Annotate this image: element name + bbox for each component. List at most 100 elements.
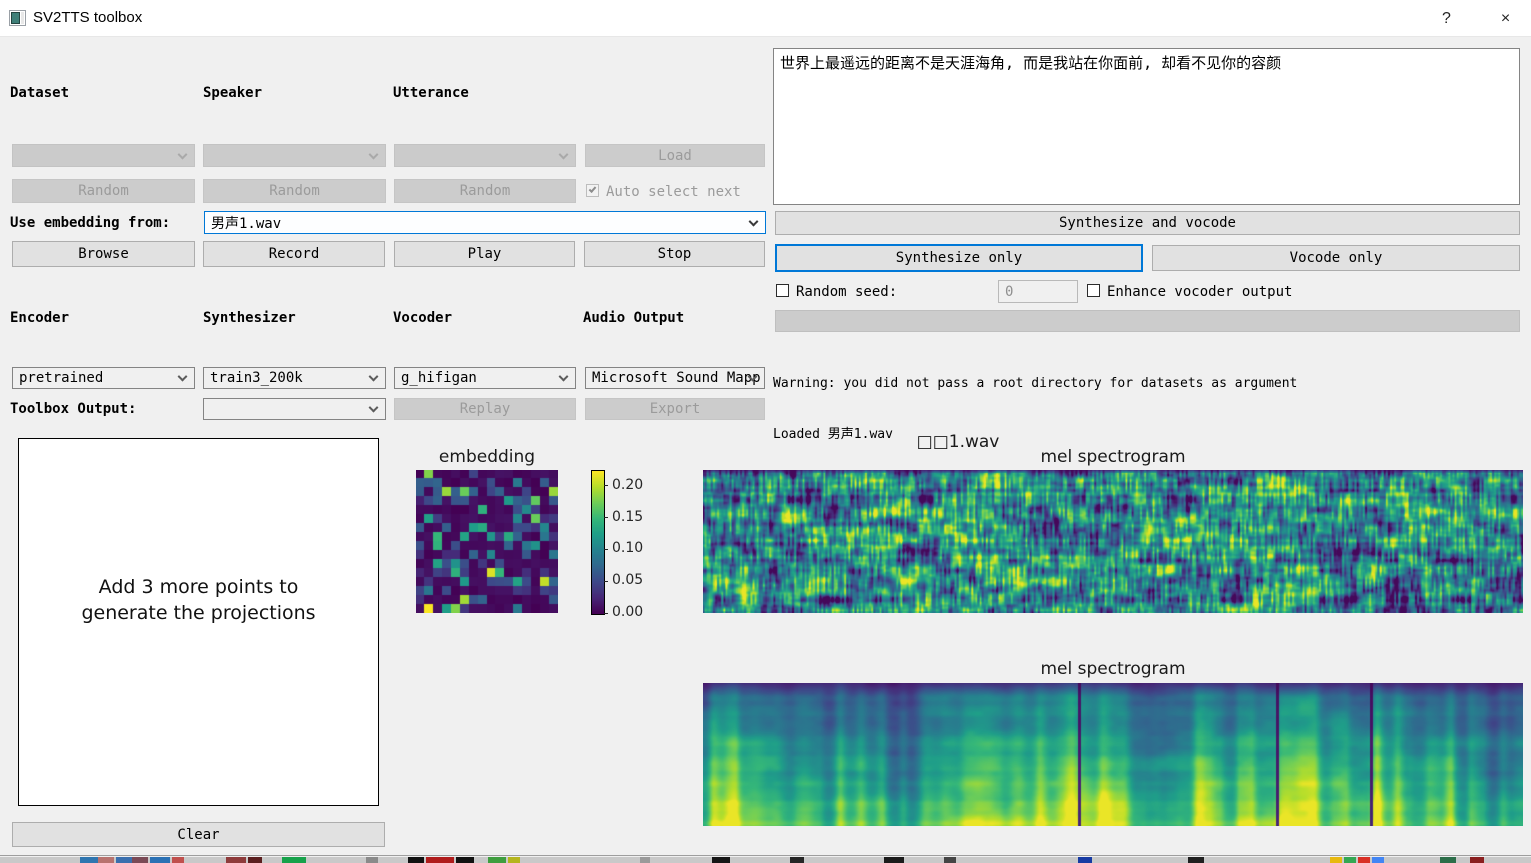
dataset-select[interactable]	[12, 144, 195, 167]
projections-message: Add 3 more points to generate the projec…	[19, 575, 378, 626]
taskbar-icon-fragment	[248, 857, 262, 863]
random-dataset-button[interactable]: Random	[12, 179, 195, 203]
embedding-source-select[interactable]: 男声1.wav	[204, 211, 766, 234]
encoder-label: Encoder	[10, 310, 69, 326]
toolbox-output-label: Toolbox Output:	[10, 401, 136, 417]
taskbar-icon-fragment	[1470, 857, 1484, 863]
chevron-down-icon	[369, 403, 379, 413]
taskbar-icon-fragment	[226, 857, 246, 863]
vocoder-value: g_hifigan	[401, 370, 477, 386]
taskbar-icon-fragment	[1358, 857, 1370, 863]
synthesis-text-input[interactable]: 世界上最遥远的距离不是天涯海角, 而是我站在你面前, 却看不见你的容颜	[773, 48, 1520, 205]
taskbar-icon-fragment	[884, 857, 904, 863]
synthesizer-value: train3_200k	[210, 370, 303, 386]
colorbar-tick-mark	[604, 517, 608, 518]
random-speaker-button[interactable]: Random	[203, 179, 386, 203]
taskbar-icon-fragment	[1188, 857, 1204, 863]
taskbar-icon-fragment	[1372, 857, 1384, 863]
stop-button[interactable]: Stop	[584, 241, 765, 267]
mel-spectrogram-generated	[703, 683, 1523, 826]
auto-select-label: Auto select next	[606, 184, 741, 200]
vocode-only-button[interactable]: Vocode only	[1152, 245, 1520, 271]
taskbar-icon-fragment	[790, 857, 804, 863]
chevron-down-icon	[178, 149, 188, 159]
seed-input[interactable]	[998, 280, 1078, 303]
taskbar-icon-fragment	[1330, 857, 1342, 863]
utterance-label: Utterance	[393, 85, 469, 101]
clear-button[interactable]: Clear	[12, 822, 385, 847]
synthesizer-label: Synthesizer	[203, 310, 296, 326]
auto-select-checkbox[interactable]	[586, 184, 599, 197]
browse-button[interactable]: Browse	[12, 241, 195, 267]
use-embedding-label: Use embedding from:	[10, 215, 170, 231]
app-window: SV2TTS toolbox ? × Dataset Speaker Utter…	[0, 0, 1531, 856]
enhance-vocoder-checkbox[interactable]	[1087, 284, 1100, 297]
colorbar-tick-mark	[604, 485, 608, 486]
audio-output-label: Audio Output	[583, 310, 684, 326]
colorbar-tick-mark	[604, 549, 608, 550]
toolbox-output-select[interactable]	[203, 398, 386, 420]
embedding-heatmap	[416, 470, 558, 613]
chevron-down-icon	[559, 372, 569, 382]
taskbar-icon-fragment	[944, 857, 956, 863]
mel-bottom-title: mel spectrogram	[1040, 659, 1185, 679]
speaker-select[interactable]	[203, 144, 386, 167]
projections-message-line1: Add 3 more points to	[19, 575, 378, 601]
close-button[interactable]: ×	[1483, 0, 1528, 37]
speaker-label: Speaker	[203, 85, 262, 101]
umap-projections-plot[interactable]: Add 3 more points to generate the projec…	[18, 438, 379, 806]
taskbar-icon-fragment	[132, 857, 148, 863]
load-button[interactable]: Load	[585, 144, 765, 167]
colorbar-tick-label: 0.20	[612, 477, 643, 493]
play-button[interactable]: Play	[394, 241, 575, 267]
vocoder-label: Vocoder	[393, 310, 452, 326]
chevron-down-icon	[369, 372, 379, 382]
help-button[interactable]: ?	[1424, 0, 1469, 37]
taskbar-icon-fragment	[408, 857, 424, 863]
taskbar-icon-fragment	[366, 857, 378, 863]
taskbar-icon-fragment	[488, 857, 506, 863]
taskbar-icon-fragment	[98, 857, 114, 863]
taskbar-icon-fragment	[1440, 857, 1456, 863]
taskbar-icon-fragment	[282, 857, 306, 863]
colorbar-tick-label: 0.15	[612, 509, 643, 525]
mel-spectrogram-target	[703, 470, 1523, 613]
embedding-source-value: 男声1.wav	[211, 213, 281, 233]
taskbar-icon-fragment	[150, 857, 170, 863]
log-line: Warning: you did not pass a root directo…	[773, 375, 1523, 392]
title-bar: SV2TTS toolbox ? ×	[0, 0, 1531, 37]
synthesize-only-button[interactable]: Synthesize only	[775, 244, 1143, 272]
taskbar-icon-fragment	[116, 857, 132, 863]
record-button[interactable]: Record	[203, 241, 385, 267]
chevron-down-icon	[369, 149, 379, 159]
colorbar-tick-label: 0.10	[612, 540, 643, 556]
random-seed-checkbox[interactable]	[776, 284, 789, 297]
replay-button[interactable]: Replay	[394, 398, 576, 420]
colorbar	[591, 470, 605, 615]
wav-title: □□1.wav	[917, 432, 1000, 452]
taskbar-icon-fragment	[1344, 857, 1356, 863]
synthesize-and-vocode-button[interactable]: Synthesize and vocode	[775, 211, 1520, 235]
colorbar-tick-mark	[604, 581, 608, 582]
embedding-plot-title: embedding	[439, 447, 535, 467]
taskbar-icon-fragment	[172, 857, 184, 863]
audio-output-select[interactable]: Microsoft Sound Mapp	[585, 367, 765, 389]
projections-message-line2: generate the projections	[19, 601, 378, 627]
random-utterance-button[interactable]: Random	[394, 179, 576, 203]
encoder-select[interactable]: pretrained	[12, 367, 195, 389]
colorbar-tick-label: 0.00	[612, 604, 643, 620]
dataset-label: Dataset	[10, 85, 69, 101]
taskbar-icon-fragment	[640, 857, 650, 863]
audio-output-value: Microsoft Sound Mapp	[592, 370, 761, 386]
synthesizer-select[interactable]: train3_200k	[203, 367, 386, 389]
taskbar-icon-fragment	[712, 857, 730, 863]
utterance-select[interactable]	[394, 144, 576, 167]
encoder-value: pretrained	[19, 370, 103, 386]
enhance-vocoder-label: Enhance vocoder output	[1107, 284, 1292, 300]
export-button[interactable]: Export	[585, 398, 765, 420]
app-icon	[9, 10, 26, 26]
window-title: SV2TTS toolbox	[33, 9, 142, 26]
vocoder-select[interactable]: g_hifigan	[394, 367, 576, 389]
chevron-down-icon	[178, 372, 188, 382]
taskbar-icon-fragment	[80, 857, 98, 863]
